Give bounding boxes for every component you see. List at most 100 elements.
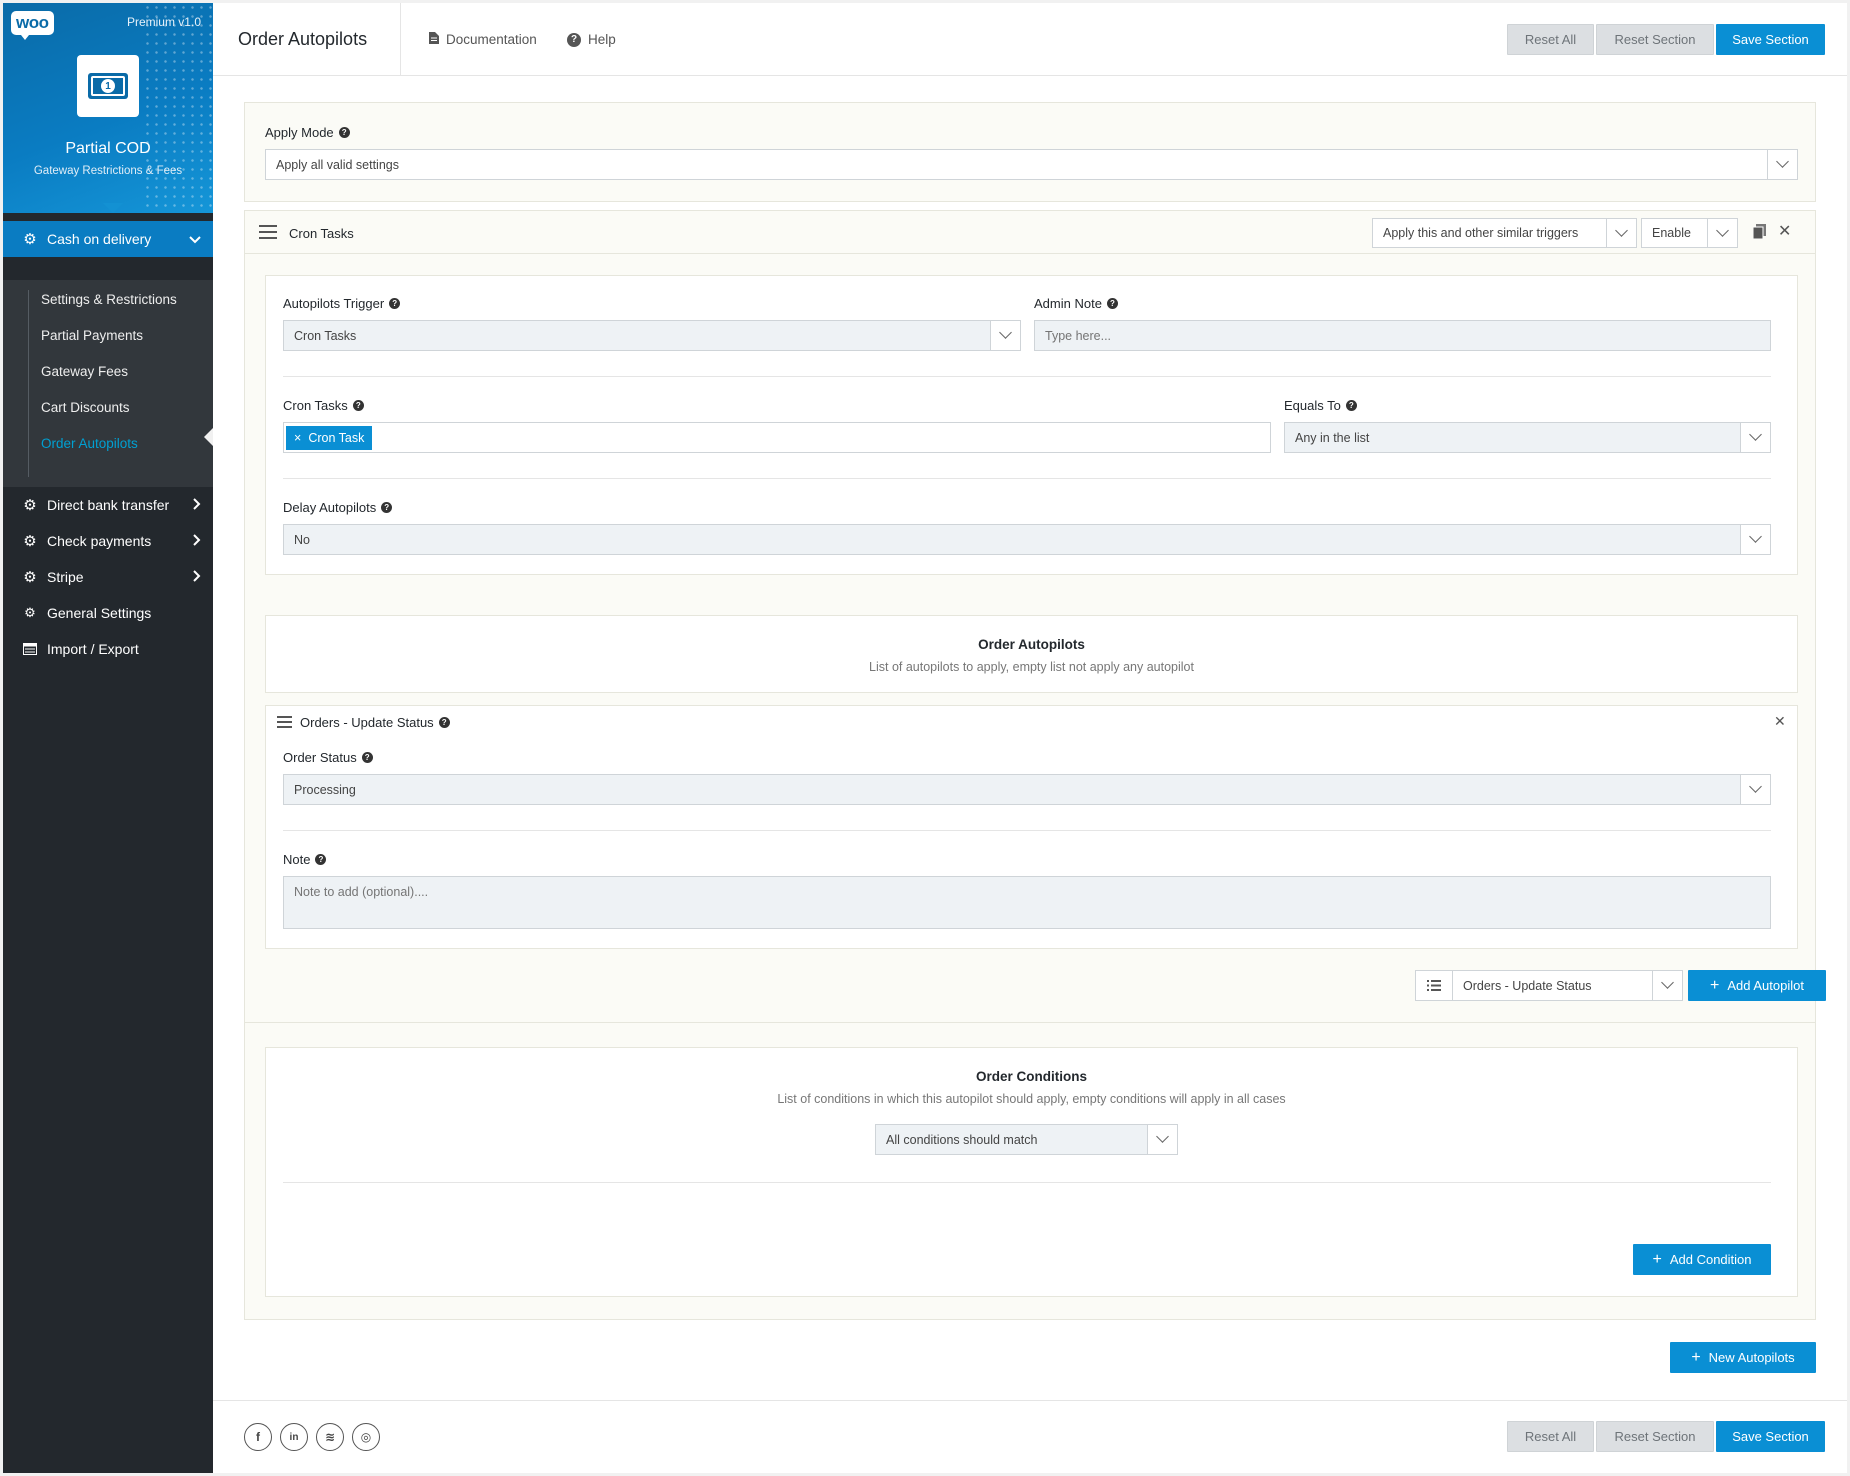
equals-to-label: Equals To? bbox=[1284, 398, 1357, 413]
trigger-label: Autopilots Trigger? bbox=[283, 296, 401, 311]
reset-all-button[interactable]: Reset All bbox=[1507, 24, 1594, 55]
subnav-settings-restrictions[interactable]: Settings & Restrictions bbox=[41, 292, 177, 307]
note-textarea[interactable] bbox=[283, 876, 1771, 929]
match-mode-select[interactable]: All conditions should match bbox=[875, 1124, 1178, 1155]
submenu-line bbox=[28, 290, 29, 477]
help-link[interactable]: ? Help bbox=[567, 32, 616, 47]
page-title: Order Autopilots bbox=[238, 29, 368, 49]
sidebar-item-label: Import / Export bbox=[47, 641, 139, 657]
sidebar-item-label: Cash on delivery bbox=[47, 231, 152, 247]
sidebar-item-import-export[interactable]: Import / Export bbox=[3, 631, 213, 667]
chevron-right-icon bbox=[193, 533, 201, 549]
sidebar-item-cash-on-delivery[interactable]: ⚙ Cash on delivery bbox=[3, 221, 213, 257]
help-icon: ? bbox=[1106, 298, 1118, 309]
admin-note-label: Admin Note? bbox=[1034, 296, 1118, 311]
chevron-down-icon bbox=[1606, 219, 1636, 247]
subnav-gateway-fees[interactable]: Gateway Fees bbox=[41, 364, 128, 379]
delay-label: Delay Autopilots? bbox=[283, 500, 393, 515]
apply-mode-select[interactable]: Apply all valid settings bbox=[265, 149, 1798, 180]
note-label: Note? bbox=[283, 852, 327, 867]
documentation-link[interactable]: Documentation bbox=[429, 32, 537, 47]
cron-tasks-multiselect[interactable]: × Cron Task bbox=[283, 422, 1271, 453]
gears-icon: ⚙ bbox=[24, 605, 36, 620]
autopilot-item-title: Orders - Update Status? bbox=[300, 715, 450, 730]
main-content: Order Autopilots Documentation ? Help Re… bbox=[213, 3, 1847, 1473]
stackoverflow-icon[interactable]: ≋ bbox=[316, 1423, 344, 1451]
subnav-partial-payments[interactable]: Partial Payments bbox=[41, 328, 143, 343]
conditions-title: Order Conditions bbox=[976, 1069, 1087, 1084]
sidebar-item-label: Direct bank transfer bbox=[47, 497, 170, 513]
help-icon: ? bbox=[1345, 400, 1357, 411]
instagram-icon[interactable]: ◎ bbox=[352, 1423, 380, 1451]
panel-title: Cron Tasks bbox=[289, 226, 354, 241]
help-icon: ? bbox=[381, 502, 393, 513]
autopilots-header-box: Order Autopilots List of autopilots to a… bbox=[265, 615, 1798, 693]
divider bbox=[400, 3, 401, 76]
apply-trigger-select[interactable]: Apply this and other similar triggers bbox=[1372, 218, 1637, 248]
drag-handle-icon[interactable] bbox=[259, 225, 277, 239]
footer-save-section-button[interactable]: Save Section bbox=[1716, 1421, 1825, 1452]
order-status-label: Order Status? bbox=[283, 750, 373, 765]
edition-label: Premium v1.0 bbox=[126, 15, 201, 29]
brand-header: woo Premium v1.0 1 Partial COD Gateway R… bbox=[3, 3, 213, 213]
divider bbox=[283, 1182, 1771, 1183]
add-autopilot-button[interactable]: + Add Autopilot bbox=[1688, 970, 1826, 1001]
help-icon: ? bbox=[315, 854, 327, 865]
plus-icon: + bbox=[1691, 1348, 1701, 1366]
facebook-icon[interactable]: f bbox=[244, 1423, 272, 1451]
trigger-select[interactable]: Cron Tasks bbox=[283, 320, 1021, 351]
woo-logo: woo bbox=[11, 11, 54, 40]
chevron-right-icon bbox=[193, 569, 201, 585]
divider bbox=[283, 478, 1771, 479]
save-section-button[interactable]: Save Section bbox=[1716, 24, 1825, 55]
duplicate-icon[interactable] bbox=[1752, 224, 1766, 242]
top-bar: Order Autopilots Documentation ? Help Re… bbox=[213, 3, 1847, 76]
footer-reset-section-button[interactable]: Reset Section bbox=[1596, 1421, 1714, 1452]
enable-select[interactable]: Enable bbox=[1641, 218, 1738, 248]
remove-tag-icon[interactable]: × bbox=[294, 431, 301, 445]
dot-pattern bbox=[143, 3, 213, 213]
sidebar-submenu: Settings & Restrictions Partial Payments… bbox=[3, 280, 213, 487]
brand-arrow bbox=[103, 203, 123, 213]
autopilot-item: Orders - Update Status? ✕ Order Status? … bbox=[265, 705, 1798, 949]
linkedin-icon[interactable]: in bbox=[280, 1423, 308, 1451]
document-icon bbox=[429, 32, 439, 47]
trigger-settings-box: Autopilots Trigger? Cron Tasks Admin Not… bbox=[265, 275, 1798, 575]
sidebar-item-label: General Settings bbox=[47, 605, 152, 621]
reset-section-button[interactable]: Reset Section bbox=[1596, 24, 1714, 55]
app-logo: 1 bbox=[77, 55, 139, 117]
autopilot-type-select[interactable]: Orders - Update Status bbox=[1452, 970, 1683, 1001]
subnav-order-autopilots[interactable]: Order Autopilots bbox=[41, 436, 138, 451]
sidebar-item-check-payments[interactable]: ⚙ Check payments bbox=[3, 523, 213, 559]
admin-note-input[interactable] bbox=[1034, 320, 1771, 351]
plus-icon: + bbox=[1652, 1250, 1662, 1268]
delay-select[interactable]: No bbox=[283, 524, 1771, 555]
apply-mode-panel: Apply Mode? Apply all valid settings bbox=[244, 102, 1816, 202]
autopilots-title: Order Autopilots bbox=[978, 637, 1085, 652]
chevron-down-icon bbox=[1652, 971, 1682, 1000]
sidebar-item-direct-bank-transfer[interactable]: ⚙ Direct bank transfer bbox=[3, 487, 213, 523]
cash-icon: 1 bbox=[88, 73, 128, 99]
chevron-down-icon bbox=[1740, 775, 1770, 804]
order-status-select[interactable]: Processing bbox=[283, 774, 1771, 805]
divider bbox=[283, 376, 1771, 377]
sidebar-item-stripe[interactable]: ⚙ Stripe bbox=[3, 559, 213, 595]
close-icon[interactable]: ✕ bbox=[1774, 713, 1786, 730]
list-icon[interactable] bbox=[1415, 970, 1453, 1001]
cron-tasks-panel: Cron Tasks Apply this and other similar … bbox=[244, 210, 1826, 1320]
conditions-box: Order Conditions List of conditions in w… bbox=[265, 1047, 1798, 1297]
equals-to-select[interactable]: Any in the list bbox=[1284, 422, 1771, 453]
help-icon: ? bbox=[352, 400, 364, 411]
subnav-cart-discounts[interactable]: Cart Discounts bbox=[41, 400, 130, 415]
drag-handle-icon[interactable] bbox=[277, 716, 292, 728]
plus-icon: + bbox=[1710, 976, 1720, 994]
cron-task-tag[interactable]: × Cron Task bbox=[286, 425, 373, 450]
active-indicator bbox=[204, 428, 213, 446]
sidebar-item-label: Check payments bbox=[47, 533, 152, 549]
add-condition-button[interactable]: + Add Condition bbox=[1633, 1244, 1771, 1275]
close-icon[interactable]: ✕ bbox=[1778, 221, 1791, 241]
new-autopilots-button[interactable]: + New Autopilots bbox=[1670, 1342, 1816, 1373]
footer-reset-all-button[interactable]: Reset All bbox=[1507, 1421, 1594, 1452]
documentation-label: Documentation bbox=[446, 32, 537, 47]
sidebar-item-general-settings[interactable]: ⚙ General Settings bbox=[3, 595, 213, 631]
